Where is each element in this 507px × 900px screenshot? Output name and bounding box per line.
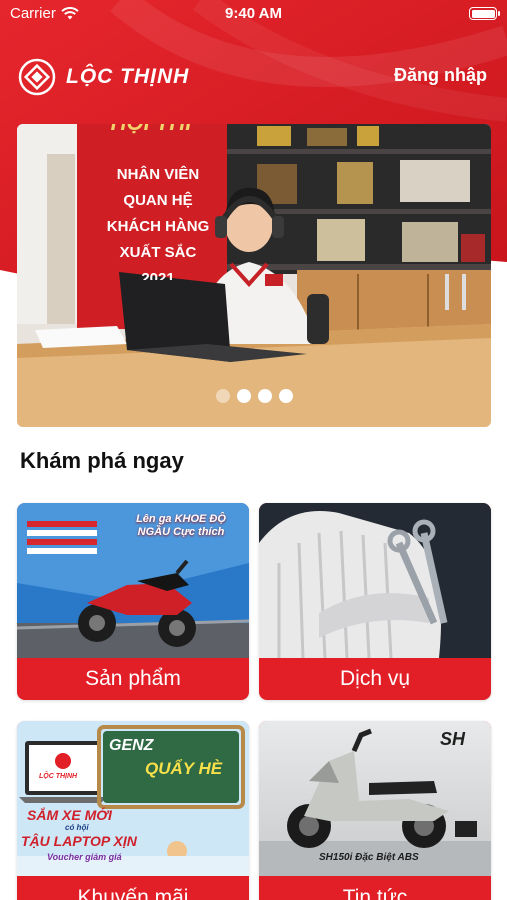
promo-line-3: TẬU LAPTOP XỊN xyxy=(21,833,137,849)
award-line: 2021 xyxy=(141,270,175,280)
carousel-dot[interactable] xyxy=(216,389,230,403)
card-label: Tin tức xyxy=(342,886,408,900)
promo-voucher: Voucher giảm giá xyxy=(47,852,122,862)
mechanic-photo xyxy=(259,503,491,658)
clock: 9:40 AM xyxy=(225,5,282,22)
news-image: SH SH150i Đặc Biệt ABS xyxy=(259,721,491,876)
carousel-dot[interactable] xyxy=(258,389,272,403)
award-text: NHÂN VIÊN QUAN HỆ KHÁCH HÀNG XUẤT SẮC 20… xyxy=(83,162,233,280)
carousel-indicator[interactable] xyxy=(216,389,293,403)
card-label: Khuyến mãi xyxy=(77,886,189,900)
logo-mark-icon xyxy=(18,58,56,96)
status-bar: Carrier 9:40 AM xyxy=(0,0,507,28)
products-caption: Lên ga KHOE ĐỘ NGẦU Cực thích xyxy=(136,513,226,538)
award-line: KHÁCH HÀNG xyxy=(106,218,210,235)
award-line: XUẤT SẮC xyxy=(119,244,197,261)
brand-logo[interactable]: LỘC THỊNH xyxy=(18,58,189,96)
card-label: Sản phẩm xyxy=(85,667,181,690)
services-image xyxy=(259,503,491,658)
promo-logo-text: LỘC THỊNH xyxy=(39,773,78,780)
news-badge: SH xyxy=(439,729,465,749)
award-line: NHÂN VIÊN xyxy=(116,166,200,183)
award-line: QUAN HỆ xyxy=(123,192,193,209)
promo-quay-he: QUẨY HÈ xyxy=(145,759,223,778)
brand-name: LỘC THỊNH xyxy=(66,65,190,88)
carousel-dot[interactable] xyxy=(279,389,293,403)
login-button[interactable]: Đăng nhập xyxy=(394,65,487,86)
hero-banner[interactable]: HỘI THI NHÂN VIÊN QUAN HỆ KHÁCH HÀNG XUẤ… xyxy=(17,124,491,427)
card-promotions[interactable]: GENZ QUẨY HÈ LỘC THỊNH SẮM XE MỚI có hội… xyxy=(17,721,249,900)
products-image: Lên ga KHOE ĐỘ NGẦU Cực thích xyxy=(17,503,249,658)
card-products[interactable]: Lên ga KHOE ĐỘ NGẦU Cực thích Sản phẩm xyxy=(17,503,249,700)
card-services[interactable]: Dịch vụ xyxy=(259,503,491,700)
card-news[interactable]: SH SH150i Đặc Biệt ABS Tin tức xyxy=(259,721,491,900)
card-label: Dịch vụ xyxy=(339,667,411,690)
carousel-dot[interactable] xyxy=(237,389,251,403)
promo-genz: GENZ xyxy=(109,737,154,754)
promo-line-1: SẮM XE MỚI xyxy=(27,807,112,823)
battery-icon xyxy=(469,7,500,20)
news-caption: SH150i Đặc Biệt ABS xyxy=(319,852,419,863)
promotions-image: GENZ QUẨY HÈ LỘC THỊNH SẮM XE MỚI có hội… xyxy=(17,721,249,876)
award-title: HỘI THI xyxy=(81,124,221,136)
section-title: Khám phá ngay xyxy=(20,448,184,473)
promo-line-2: có hội xyxy=(65,823,89,832)
